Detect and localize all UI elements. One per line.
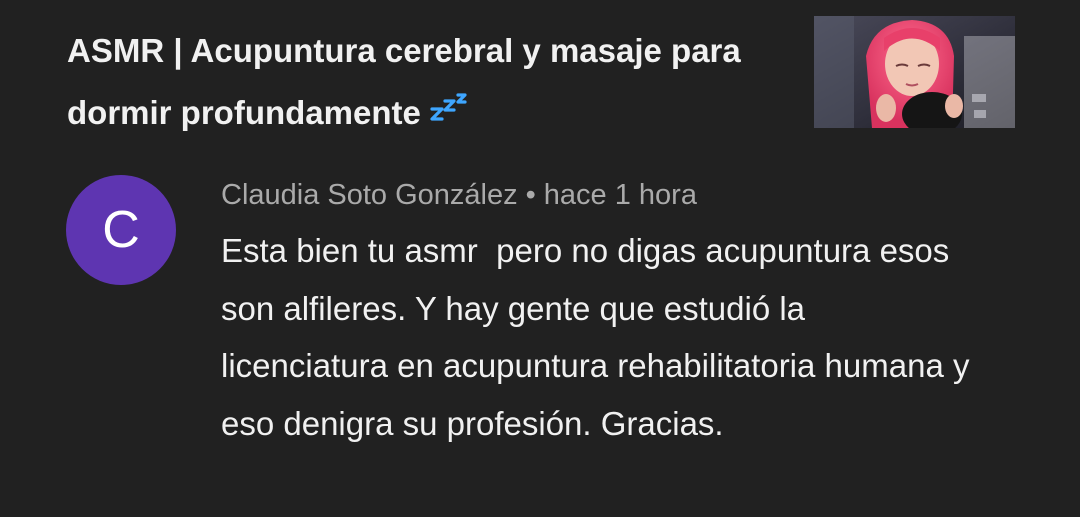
zzz-icon <box>429 80 471 142</box>
comment-meta: Claudia Soto González • hace 1 hora <box>221 176 697 214</box>
comment: C Claudia Soto González • hace 1 hora Esta… <box>0 160 1080 517</box>
comment-author[interactable]: Claudia Soto González <box>221 179 518 211</box>
comment-text: Esta bien tu asmr pero no digas acupuntu… <box>221 232 979 442</box>
avatar-initial: C <box>102 201 140 259</box>
avatar[interactable]: C <box>66 175 176 285</box>
video-title-text: ASMR | Acupuntura cerebral y masaje para… <box>67 32 741 131</box>
meta-separator: • <box>525 179 536 211</box>
video-header[interactable]: ASMR | Acupuntura cerebral y masaje para… <box>0 0 1080 150</box>
comment-time: hace 1 hora <box>543 179 697 211</box>
video-thumbnail[interactable] <box>814 16 1015 128</box>
video-title[interactable]: ASMR | Acupuntura cerebral y masaje para… <box>67 20 767 146</box>
thumbnail-image <box>814 16 1015 128</box>
